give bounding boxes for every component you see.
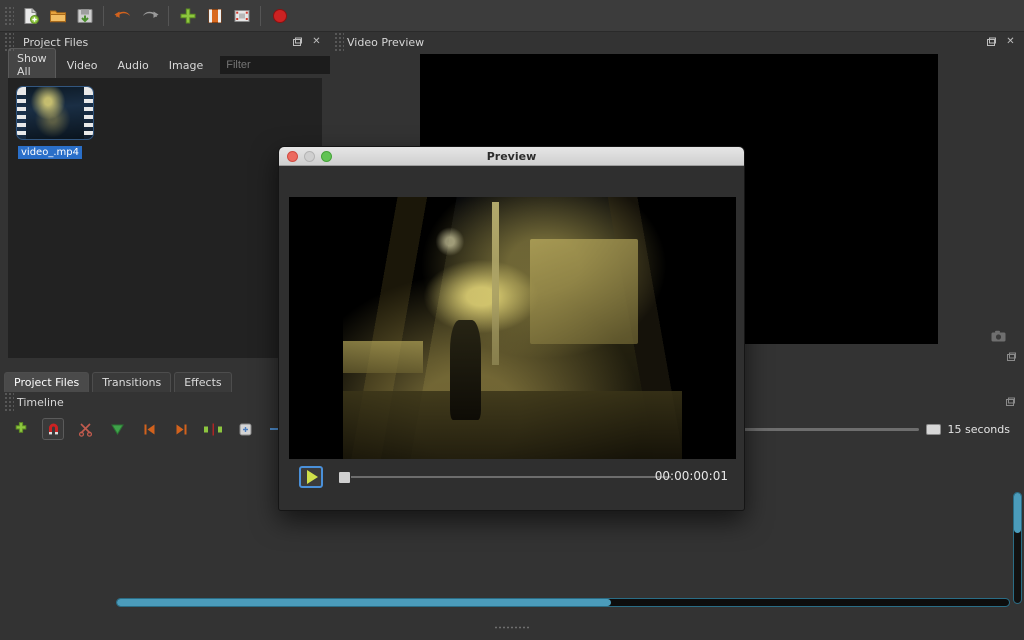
float-icon[interactable] (291, 36, 304, 49)
window-resize-grip[interactable] (0, 624, 1024, 630)
main-toolbar (0, 0, 1024, 32)
tab-effects[interactable]: Effects (174, 372, 232, 392)
filter-show-all-button[interactable]: Show All (8, 48, 56, 82)
float-icon[interactable] (1006, 352, 1017, 366)
export-video-icon[interactable] (228, 2, 255, 29)
scrollbar-thumb[interactable] (1014, 493, 1021, 533)
profile-icon[interactable] (201, 2, 228, 29)
redo-icon[interactable] (136, 2, 163, 29)
preview-player-controls: 00:00:00:01 (279, 457, 744, 510)
add-track-icon[interactable] (10, 418, 32, 440)
import-files-icon[interactable] (174, 2, 201, 29)
scrollbar-thumb[interactable] (117, 599, 611, 606)
tab-project-files[interactable]: Project Files (4, 372, 90, 392)
project-files-list[interactable]: video_.mp4 (8, 78, 322, 358)
toolbar-separator (103, 5, 104, 26)
scene-road (289, 390, 736, 459)
file-thumbnail (16, 86, 94, 140)
play-icon[interactable] (299, 466, 323, 488)
filter-image-button[interactable]: Image (160, 55, 212, 76)
scene-person (449, 320, 482, 420)
openshot-window: Project Files ✕ Show All Video Audio Ima… (0, 0, 1024, 640)
panel-drag-handle[interactable] (4, 392, 14, 412)
toolbar-separator (260, 5, 261, 26)
close-icon[interactable]: ✕ (1004, 36, 1017, 49)
zoom-slider-handle[interactable] (925, 423, 941, 435)
scene-building-right (530, 238, 638, 344)
preview-dialog-titlebar[interactable]: Preview (279, 147, 744, 166)
timeline-horizontal-scrollbar[interactable] (116, 598, 1010, 607)
new-project-icon[interactable] (17, 2, 44, 29)
record-icon[interactable] (266, 2, 293, 29)
preview-dialog: Preview 00:00:00:01 (278, 146, 745, 511)
list-item[interactable]: video_.mp4 (16, 86, 94, 159)
preview-dialog-title: Preview (486, 149, 537, 163)
project-files-title: Project Files (23, 35, 89, 49)
previous-marker-icon[interactable] (138, 418, 160, 440)
panel-drag-handle[interactable] (4, 32, 14, 52)
video-preview-title-bar: Video Preview ✕ (330, 32, 1024, 52)
letterbox-right (682, 197, 736, 459)
toolbar-drag-handle[interactable] (4, 5, 14, 26)
film-perforation-left-icon (17, 87, 26, 139)
video-preview-title: Video Preview (347, 35, 425, 49)
save-project-icon[interactable] (71, 2, 98, 29)
file-name-label: video_.mp4 (18, 146, 82, 159)
scene-light-post (492, 202, 500, 365)
film-perforation-right-icon (84, 87, 93, 139)
play-triangle (306, 470, 318, 484)
timeline-vertical-scrollbar[interactable] (1013, 492, 1022, 604)
tab-transitions[interactable]: Transitions (92, 372, 172, 392)
undo-icon[interactable] (109, 2, 136, 29)
zoom-level-label: 15 seconds (947, 422, 1010, 436)
camera-icon[interactable] (991, 327, 1006, 346)
letterbox-left (289, 197, 343, 459)
project-files-filter-bar: Show All Video Audio Image (0, 48, 375, 82)
preview-current-time: 00:00:00:01 (654, 469, 728, 483)
panel-drag-handle[interactable] (334, 32, 344, 52)
next-marker-icon[interactable] (170, 418, 192, 440)
float-icon[interactable] (985, 36, 998, 49)
float-icon[interactable] (1004, 396, 1017, 409)
thumbnail-image (26, 87, 84, 139)
open-project-icon[interactable] (44, 2, 71, 29)
add-marker-icon[interactable] (106, 418, 128, 440)
preview-video-area[interactable] (289, 197, 736, 459)
center-playhead-icon[interactable] (202, 418, 224, 440)
seek-slider-track[interactable] (351, 476, 671, 478)
seek-slider-handle[interactable] (339, 472, 350, 483)
filter-video-button[interactable]: Video (58, 55, 107, 76)
preview-video-frame (289, 197, 736, 459)
close-icon[interactable]: ✕ (310, 36, 323, 49)
timeline-title: Timeline (17, 395, 64, 409)
filter-audio-button[interactable]: Audio (109, 55, 158, 76)
toolbar-separator (168, 5, 169, 26)
snapping-magnet-icon[interactable] (42, 418, 64, 440)
razor-scissors-icon[interactable] (74, 418, 96, 440)
zoom-fit-icon[interactable] (234, 418, 256, 440)
